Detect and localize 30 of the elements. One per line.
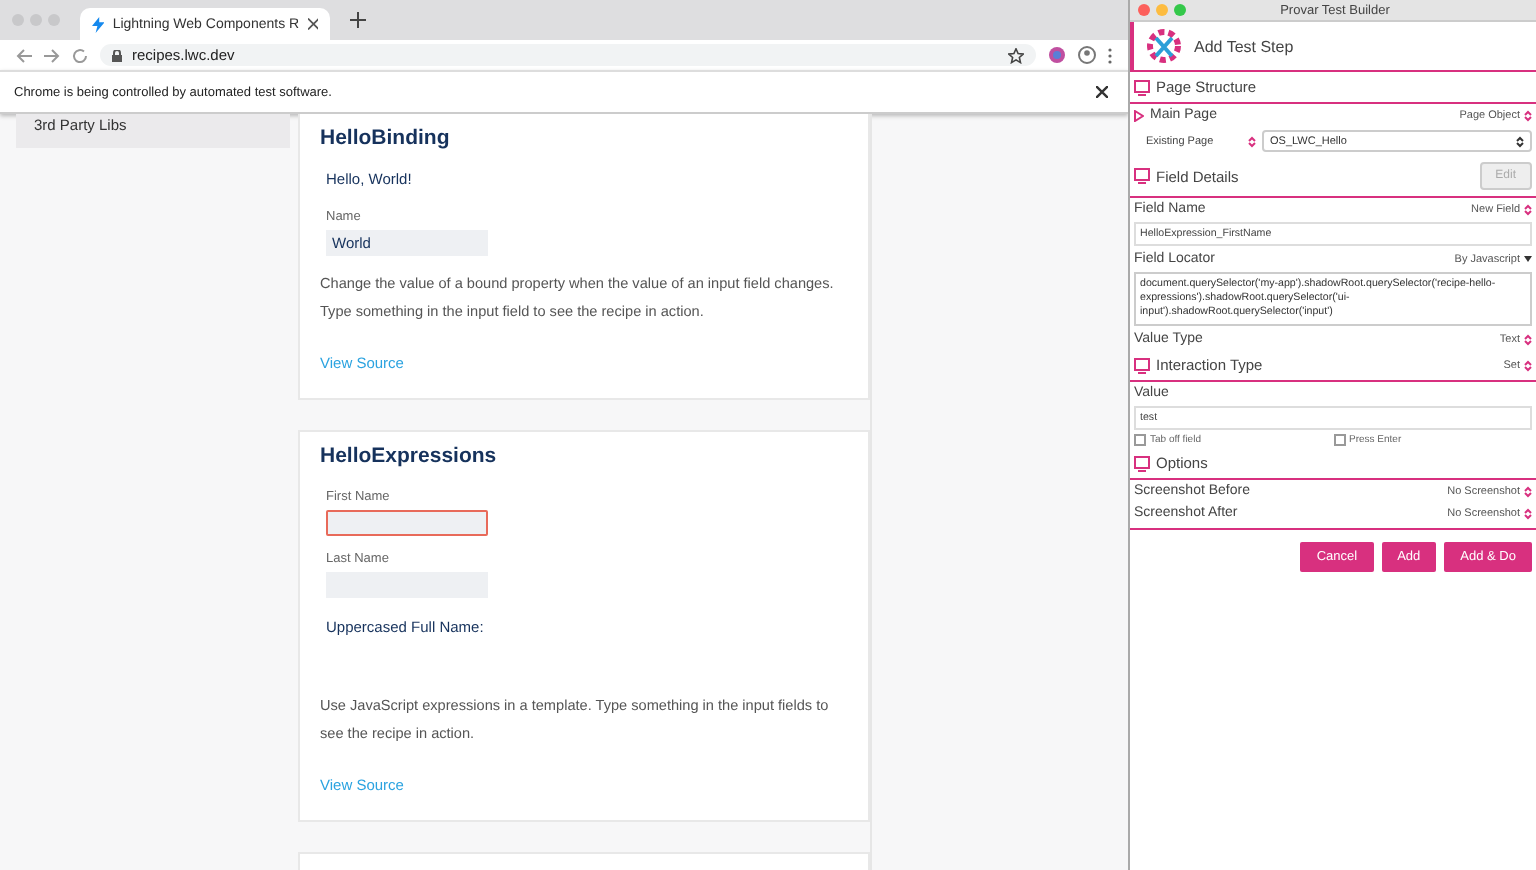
section-icon [1134, 79, 1150, 95]
updown-icon [1524, 485, 1532, 497]
back-icon[interactable] [16, 47, 32, 63]
section-icon [1134, 357, 1150, 373]
panel-header: Add Test Step [1194, 37, 1294, 55]
plus-icon[interactable] [350, 12, 366, 28]
updown-icon [1524, 507, 1532, 519]
forward-icon[interactable] [44, 47, 60, 63]
lightning-icon [92, 15, 105, 33]
updown-icon [1524, 109, 1532, 121]
star-icon[interactable] [1008, 47, 1024, 63]
card-title: HelloBinding [320, 126, 452, 150]
checkbox[interactable] [1134, 434, 1146, 446]
updown-icon [1248, 135, 1256, 147]
updown-icon [1524, 203, 1532, 215]
section-icon [1134, 455, 1150, 471]
close-icon[interactable] [1096, 86, 1108, 98]
updown-icon [1516, 135, 1524, 147]
lock-icon [112, 49, 122, 61]
input-field[interactable] [326, 510, 488, 536]
card-title: HelloExpressions [320, 444, 499, 468]
extension-icon[interactable] [1048, 46, 1066, 64]
section-icon [1134, 168, 1150, 184]
checkbox[interactable] [1333, 434, 1345, 446]
profile-icon[interactable] [1078, 46, 1096, 64]
close-icon[interactable] [307, 18, 318, 30]
reload-icon[interactable] [72, 47, 88, 63]
updown-icon [1524, 359, 1532, 371]
gear-wrench-icon [1144, 26, 1184, 66]
updown-icon [1524, 333, 1532, 345]
